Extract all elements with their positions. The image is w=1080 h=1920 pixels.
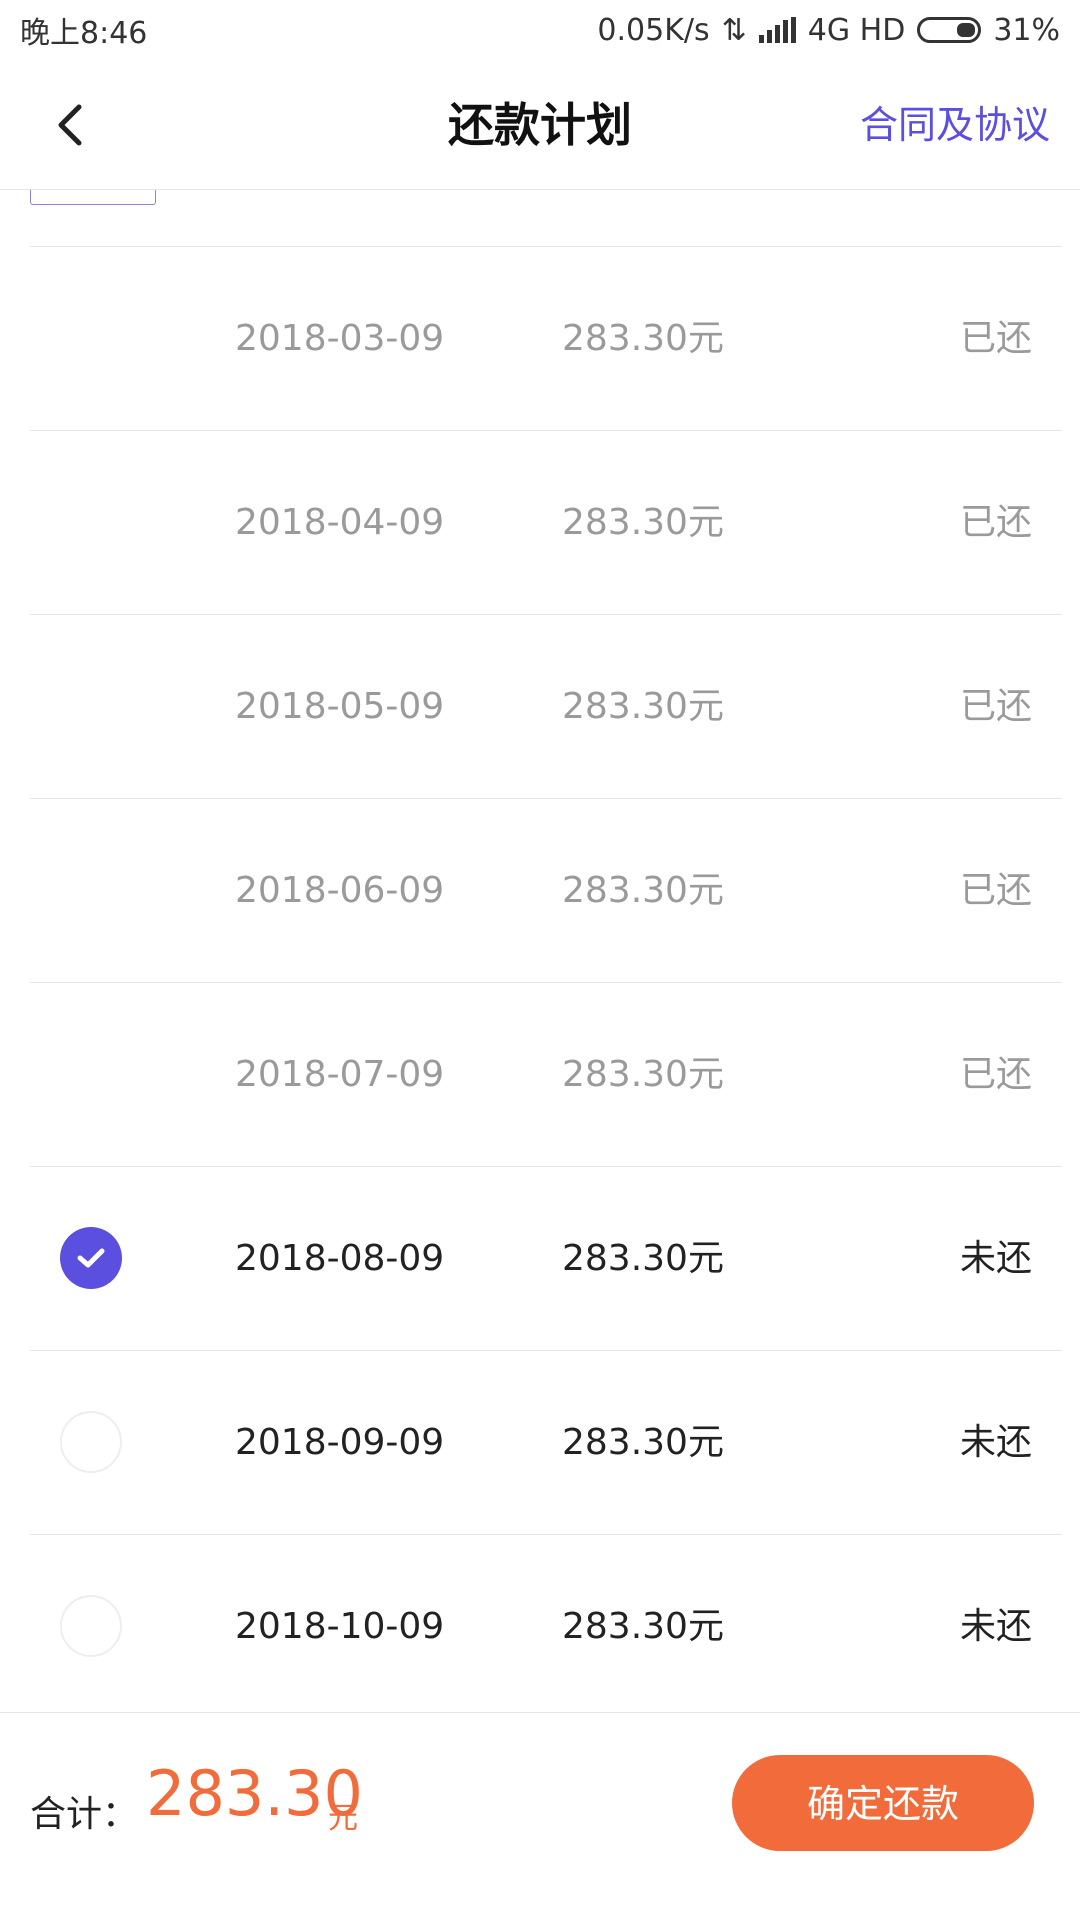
footer-bar: 合计： 283.30 元 确定还款 xyxy=(0,1712,1080,1920)
network-type: 4G HD xyxy=(807,12,906,48)
confirm-repayment-button[interactable]: 确定还款 xyxy=(732,1755,1034,1851)
row-status: 未还 xyxy=(959,1422,1032,1463)
header: 还款计划 合同及协议 xyxy=(0,60,1080,190)
signal-icon xyxy=(758,17,796,43)
status-indicators: 0.05K/s ⇅ 4G HD 31% xyxy=(597,13,1060,48)
table-row[interactable]: 2018-04-09 283.30元 已还 xyxy=(30,431,1062,615)
row-date: 2018-05-09 xyxy=(235,686,445,727)
row-status: 未还 xyxy=(959,1606,1032,1647)
row-date: 2018-06-09 xyxy=(235,870,445,911)
row-amount: 283.30元 xyxy=(562,502,724,543)
row-checkbox[interactable] xyxy=(60,1227,122,1289)
row-date: 2018-03-09 xyxy=(235,318,445,359)
back-button[interactable] xyxy=(40,95,100,155)
table-row[interactable]: 2018-03-09 283.30元 已还 xyxy=(30,247,1062,431)
row-amount: 283.30元 xyxy=(562,1238,724,1279)
row-status: 已还 xyxy=(959,502,1032,543)
row-amount: 283.30元 xyxy=(562,1422,724,1463)
repayment-plan-list: 2018-03-09 283.30元 已还 2018-04-09 283.30元… xyxy=(0,247,1080,1719)
row-checkbox[interactable] xyxy=(60,1595,122,1657)
battery-icon xyxy=(917,17,982,43)
contract-agreement-link[interactable]: 合同及协议 xyxy=(860,60,1050,190)
row-amount: 283.30元 xyxy=(562,686,724,727)
data-transfer-icon: ⇅ xyxy=(721,12,747,48)
checkmark-icon xyxy=(77,1248,105,1268)
row-date: 2018-04-09 xyxy=(235,502,445,543)
row-date: 2018-09-09 xyxy=(235,1422,445,1463)
row-status: 已还 xyxy=(959,686,1032,727)
table-row[interactable]: 2018-10-09 283.30元 未还 xyxy=(30,1535,1062,1719)
row-status: 未还 xyxy=(959,1238,1032,1279)
net-speed: 0.05K/s xyxy=(597,12,710,48)
row-date: 2018-08-09 xyxy=(235,1238,445,1279)
row-date: 2018-07-09 xyxy=(235,1054,445,1095)
total-unit: 元 xyxy=(328,1801,358,1836)
row-status: 已还 xyxy=(959,870,1032,911)
row-amount: 283.30元 xyxy=(562,1606,724,1647)
table-row[interactable]: 2018-08-09 283.30元 未还 xyxy=(30,1167,1062,1351)
row-amount: 283.30元 xyxy=(562,870,724,911)
battery-level: 31% xyxy=(993,12,1060,48)
row-status: 已还 xyxy=(959,318,1032,359)
table-row[interactable]: 2018-09-09 283.30元 未还 xyxy=(30,1351,1062,1535)
partial-tab-indicator xyxy=(30,190,156,205)
row-amount: 283.30元 xyxy=(562,318,724,359)
row-date: 2018-10-09 xyxy=(235,1606,445,1647)
table-row[interactable]: 2018-05-09 283.30元 已还 xyxy=(30,615,1062,799)
chevron-left-icon xyxy=(58,104,82,146)
table-row[interactable]: 2018-06-09 283.30元 已还 xyxy=(30,799,1062,983)
status-bar: 晚上8:46 0.05K/s ⇅ 4G HD 31% xyxy=(0,0,1080,60)
row-amount: 283.30元 xyxy=(562,1054,724,1095)
row-status: 已还 xyxy=(959,1054,1032,1095)
row-checkbox[interactable] xyxy=(60,1411,122,1473)
total-label: 合计： xyxy=(30,1794,139,1835)
table-row[interactable]: 2018-07-09 283.30元 已还 xyxy=(30,983,1062,1167)
status-time: 晚上8:46 xyxy=(20,16,148,51)
